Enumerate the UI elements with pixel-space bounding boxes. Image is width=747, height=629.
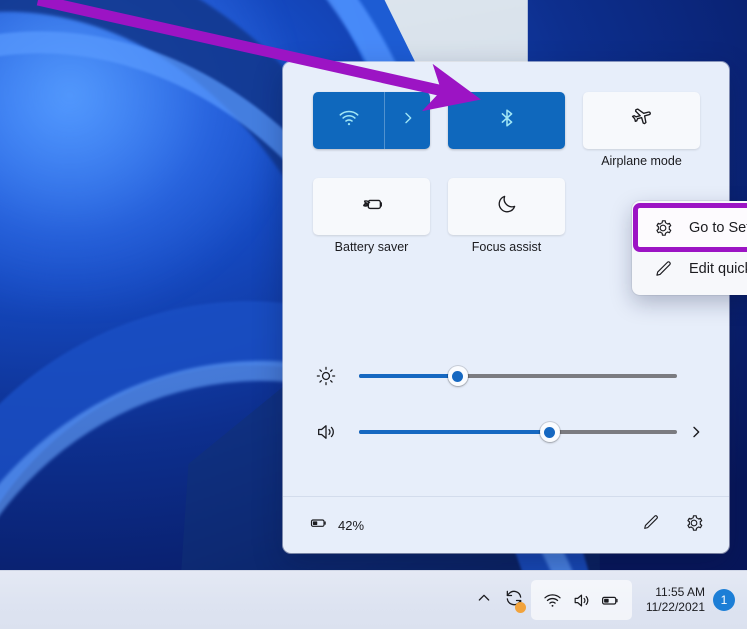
tile-cell-airplane-mode: Airplane mode [583,92,700,172]
tile-row: Airplane mode [313,92,700,172]
taskbar-battery-icon[interactable] [596,584,625,616]
desktop-screen: Airplane mode Battery saver Focus assist… [0,0,747,629]
quick-tile-label-battery-saver: Battery saver [334,240,409,254]
taskbar-system-tray-group[interactable] [530,580,632,620]
quick-settings-sliders [283,348,729,460]
quick-settings-footer: 42% [283,496,729,553]
airplane-icon [630,106,654,135]
notification-badge[interactable]: 1 [713,589,735,611]
volume-slider[interactable] [359,421,677,443]
taskbar-wifi-icon[interactable] [538,584,567,616]
tile-cell-wifi [313,92,430,172]
sync-status-dot [514,602,526,613]
tile-cell-battery-saver: Battery saver [313,178,430,258]
slider-thumb[interactable] [447,366,468,386]
volume-slider-row [283,404,729,460]
wifi-toggle-area[interactable] [313,92,384,149]
taskbar: 11:55 AM 11/22/2021 1 [0,570,747,629]
open-settings-button[interactable] [677,508,711,542]
menu-item-go-to-settings[interactable]: Go to Settings [633,203,747,252]
edit-quick-settings-button[interactable] [633,508,667,542]
menu-item-label: Go to Settings [689,219,747,236]
taskbar-volume-icon[interactable] [567,584,596,616]
wifi-icon [338,107,360,134]
battery-percent-label: 42% [338,517,365,533]
menu-item-edit-quick-settings[interactable]: Edit quick settings [637,248,747,289]
quick-tile-bluetooth[interactable] [448,92,565,149]
quick-settings-panel: Airplane mode Battery saver Focus assist… [283,62,747,553]
brightness-slider[interactable] [359,365,677,387]
quick-tile-label-bluetooth [448,154,565,172]
volume-expand-button[interactable] [683,419,709,445]
battery-saver-icon [359,191,385,222]
quick-tile-focus-assist[interactable] [448,178,565,235]
tile-cell-focus-assist: Focus assist [448,178,565,258]
context-menu: Go to Settings Edit quick settings [632,201,747,295]
wifi-expand-button[interactable] [385,92,430,149]
battery-icon [309,513,329,538]
taskbar-date: 11/22/2021 [645,600,705,614]
quick-tile-label-airplane-mode: Airplane mode [601,154,682,168]
tile-cell-bluetooth [448,92,565,172]
quick-tile-battery-saver[interactable] [313,178,430,235]
taskbar-time: 11:55 AM [655,585,705,599]
gear-icon [684,513,704,538]
menu-item-label: Edit quick settings [689,260,747,277]
pencil-icon [641,513,660,537]
taskbar-onedrive-sync-button[interactable] [499,583,529,617]
taskbar-show-hidden-icons-button[interactable] [469,583,499,617]
bluetooth-icon [496,107,518,134]
taskbar-clock[interactable]: 11:55 AM 11/22/2021 [634,585,713,615]
quick-tile-airplane-mode[interactable] [583,92,700,149]
quick-tile-label-wifi [313,154,430,172]
quick-tile-label-focus-assist: Focus assist [471,240,542,254]
volume-icon [311,417,341,447]
pencil-icon [651,257,675,281]
quick-tile-wifi[interactable] [313,92,430,149]
chevron-up-icon [476,590,492,611]
slider-thumb[interactable] [539,422,560,442]
slider-fill [359,430,550,434]
slider-fill [359,374,458,378]
battery-status[interactable]: 42% [309,513,364,538]
chevron-right-icon [400,110,416,131]
gear-icon [651,216,675,240]
brightness-slider-row [283,348,729,404]
moon-icon [496,193,518,220]
brightness-icon [311,361,341,391]
